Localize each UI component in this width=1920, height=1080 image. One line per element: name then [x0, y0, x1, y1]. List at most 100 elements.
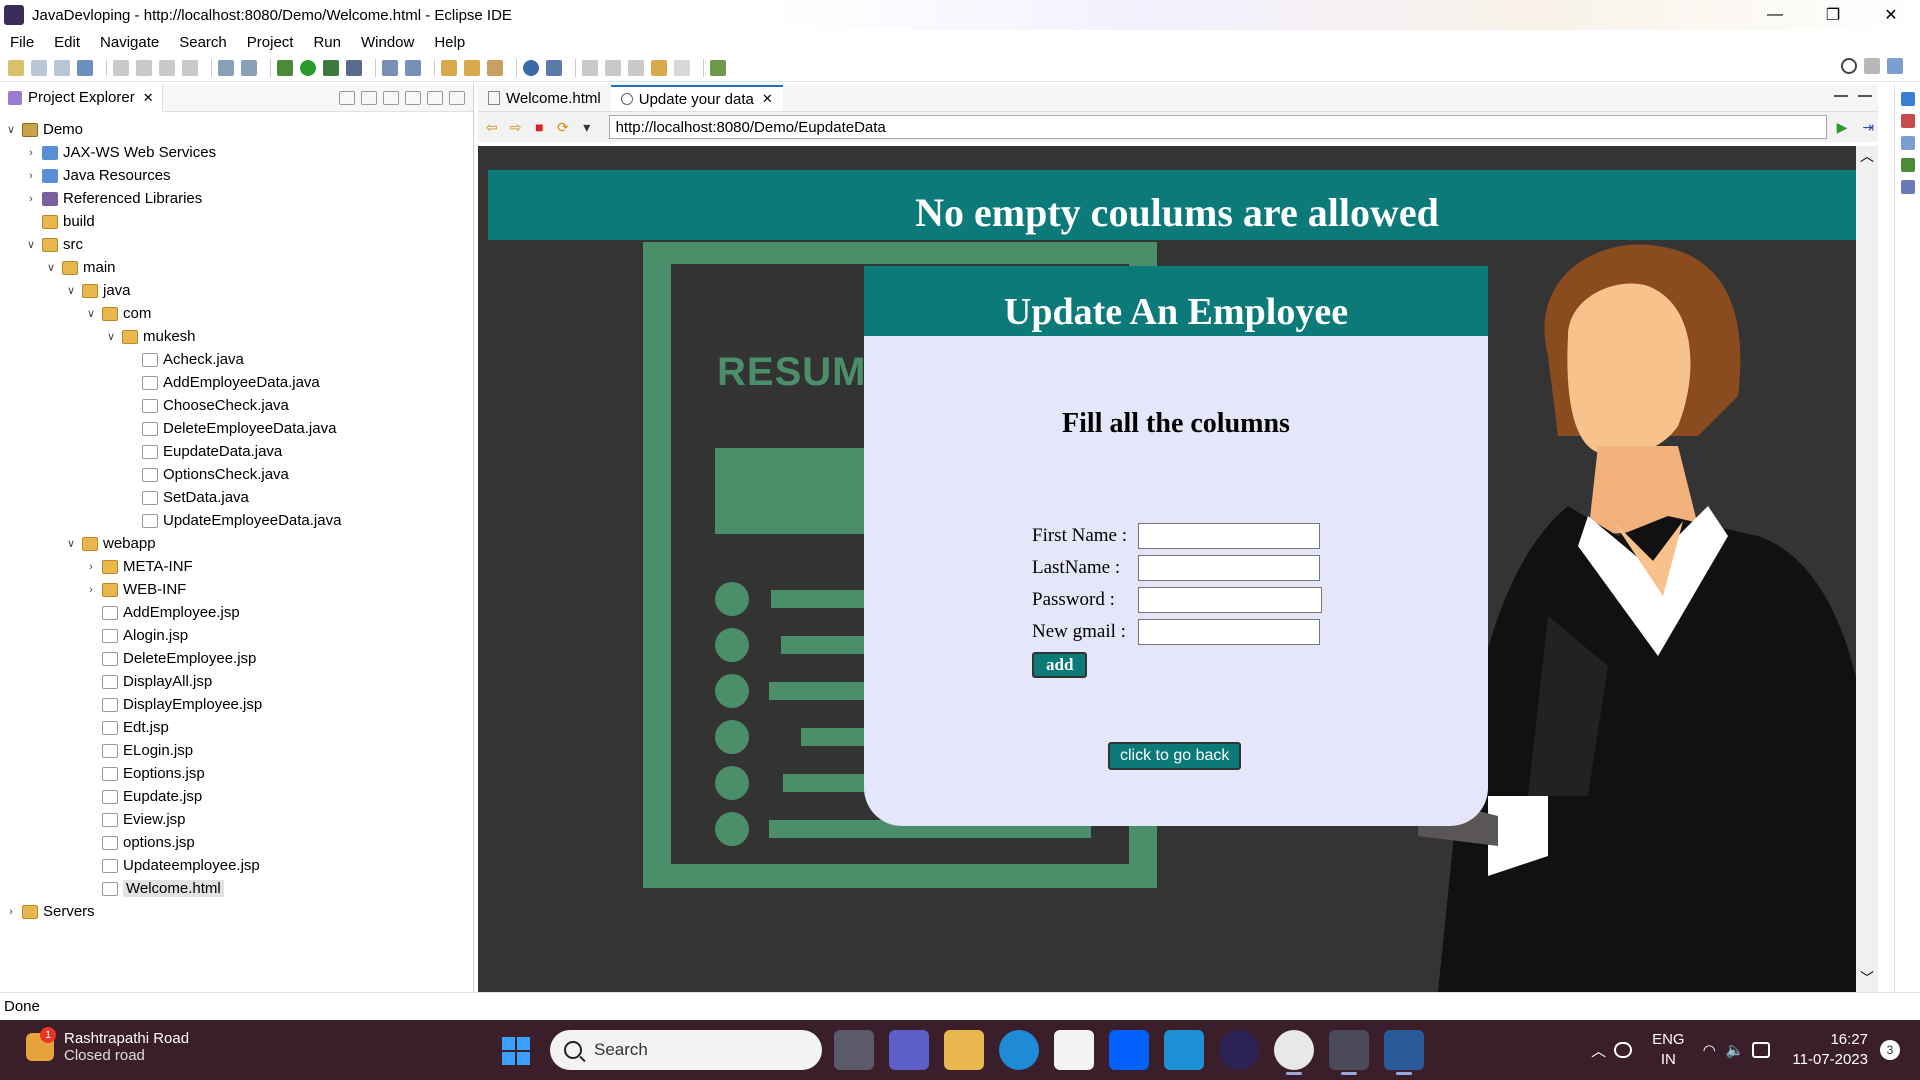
- tree-item[interactable]: ∨ mukesh: [0, 325, 473, 348]
- edge-icon[interactable]: [999, 1030, 1039, 1070]
- task-list-icon[interactable]: [1900, 136, 1915, 150]
- tree-item[interactable]: ∨ Demo: [0, 118, 473, 141]
- tab-project-explorer[interactable]: Project Explorer ✕: [0, 83, 163, 112]
- tree-item[interactable]: › Servers: [0, 900, 473, 923]
- pencil-icon[interactable]: [487, 59, 503, 76]
- open-external-icon[interactable]: ⇥: [1862, 119, 1878, 135]
- perspective-icon[interactable]: [1864, 58, 1880, 74]
- tree-item[interactable]: ∨ java: [0, 279, 473, 302]
- tree-item[interactable]: Eview.jsp: [0, 808, 473, 831]
- tree-item[interactable]: Eoptions.jsp: [0, 762, 473, 785]
- tree-item[interactable]: UpdateEmployeeData.java: [0, 509, 473, 532]
- java-ee-perspective-icon[interactable]: [1887, 58, 1903, 74]
- volume-icon[interactable]: 🔈: [1726, 1041, 1745, 1059]
- tree-item[interactable]: DisplayAll.jsp: [0, 670, 473, 693]
- save-icon[interactable]: [31, 59, 47, 76]
- next-annotation-icon[interactable]: [582, 59, 598, 76]
- open-folder-icon[interactable]: [464, 59, 480, 76]
- menu-help[interactable]: Help: [424, 34, 475, 51]
- tree-item[interactable]: Edt.jsp: [0, 716, 473, 739]
- minimize-panel-icon[interactable]: [427, 90, 443, 105]
- tree-item[interactable]: SetData.java: [0, 486, 473, 509]
- menu-window[interactable]: Window: [351, 34, 424, 51]
- toggle-icon[interactable]: [218, 59, 234, 76]
- tree-item[interactable]: Eupdate.jsp: [0, 785, 473, 808]
- chevron-right-icon[interactable]: ›: [4, 906, 18, 918]
- settings-gear-icon[interactable]: [1329, 1030, 1369, 1075]
- menu-navigate[interactable]: Navigate: [90, 34, 169, 51]
- chevron-down-icon[interactable]: ∨: [64, 284, 78, 297]
- prev-annotation-icon[interactable]: [605, 59, 621, 76]
- close-tab-icon[interactable]: ✕: [143, 90, 154, 106]
- chevron-up-icon[interactable]: ︿: [1591, 1040, 1606, 1061]
- menu-project[interactable]: Project: [237, 34, 304, 51]
- tree-item[interactable]: Welcome.html: [0, 877, 473, 900]
- tree-item[interactable]: ELogin.jsp: [0, 739, 473, 762]
- maximize-editor-icon[interactable]: [1858, 95, 1872, 107]
- tree-item[interactable]: ∨ src: [0, 233, 473, 256]
- tree-item[interactable]: OptionsCheck.java: [0, 463, 473, 486]
- wifi-icon[interactable]: ◠: [1703, 1041, 1716, 1059]
- tree-item[interactable]: ∨ main: [0, 256, 473, 279]
- mark-icon[interactable]: [241, 59, 257, 76]
- chevron-right-icon[interactable]: ›: [84, 584, 98, 596]
- new-server-icon[interactable]: [382, 59, 398, 76]
- workbench-icon[interactable]: [1384, 1030, 1424, 1075]
- debug-icon[interactable]: [277, 59, 293, 76]
- link-editor-icon[interactable]: [361, 90, 377, 105]
- file-explorer-icon[interactable]: [944, 1030, 984, 1070]
- outline-icon[interactable]: [1900, 114, 1915, 128]
- filter-icon[interactable]: [383, 90, 399, 105]
- tab-update-your-data[interactable]: Update your data ✕: [610, 85, 783, 111]
- coverage-icon[interactable]: [323, 59, 339, 76]
- go-back-button[interactable]: click to go back: [1108, 742, 1242, 770]
- add-button[interactable]: add: [1032, 652, 1088, 678]
- taskbar-search[interactable]: Search: [550, 1030, 822, 1070]
- view-menu-icon[interactable]: [405, 90, 421, 105]
- search-icon[interactable]: [1841, 58, 1857, 74]
- notification-badge[interactable]: 3: [1880, 1040, 1900, 1060]
- tree-item[interactable]: DisplayEmployee.jsp: [0, 693, 473, 716]
- open-type-icon[interactable]: [441, 59, 457, 76]
- run-icon[interactable]: [300, 59, 316, 76]
- back-nav-icon[interactable]: [651, 59, 667, 76]
- chevron-right-icon[interactable]: ›: [84, 561, 98, 573]
- tree-item[interactable]: AddEmployeeData.java: [0, 371, 473, 394]
- skip-breakpoints-icon[interactable]: [113, 59, 129, 76]
- tree-item[interactable]: options.jsp: [0, 831, 473, 854]
- forward-arrow-icon[interactable]: ⇨: [508, 119, 524, 135]
- tree-item[interactable]: Updateemployee.jsp: [0, 854, 473, 877]
- tab-welcome-html[interactable]: Welcome.html: [478, 85, 611, 111]
- chevron-down-icon[interactable]: ∨: [24, 238, 38, 251]
- chevron-down-icon[interactable]: ∨: [64, 537, 78, 550]
- collapse-all-icon[interactable]: [339, 90, 355, 105]
- refresh-icon[interactable]: ⟳: [555, 119, 571, 135]
- chevron-right-icon[interactable]: ›: [24, 170, 38, 182]
- new-web-icon[interactable]: [405, 59, 421, 76]
- chevron-down-icon[interactable]: ▾: [579, 119, 595, 135]
- tree-item[interactable]: › Java Resources: [0, 164, 473, 187]
- new-icon[interactable]: [8, 59, 24, 76]
- tree-item[interactable]: build: [0, 210, 473, 233]
- restore-view-icon[interactable]: [1900, 92, 1915, 106]
- mysql-icon[interactable]: [1164, 1030, 1204, 1070]
- go-icon[interactable]: ▶: [1837, 119, 1853, 135]
- console-icon[interactable]: [1900, 180, 1915, 194]
- dropbox-icon[interactable]: [1109, 1030, 1149, 1070]
- resume-icon[interactable]: [136, 59, 152, 76]
- chrome-icon[interactable]: [1274, 1030, 1314, 1075]
- task-view-icon[interactable]: [834, 1030, 874, 1070]
- forward-nav-icon[interactable]: [674, 59, 690, 76]
- minimize-button[interactable]: —: [1746, 0, 1804, 30]
- minimize-editor-icon[interactable]: [1834, 95, 1848, 107]
- last-edit-icon[interactable]: [628, 59, 644, 76]
- new-gmail-input[interactable]: [1138, 619, 1320, 645]
- last-name-input[interactable]: [1138, 555, 1320, 581]
- restore-button[interactable]: ❐: [1804, 0, 1862, 30]
- weather-widget[interactable]: 1 Rashtrapathi Road Closed road: [26, 1027, 189, 1064]
- chevron-down-icon[interactable]: ∨: [44, 261, 58, 274]
- search-tool-icon[interactable]: [546, 59, 562, 76]
- chevron-right-icon[interactable]: ›: [24, 193, 38, 205]
- tree-item[interactable]: › META-INF: [0, 555, 473, 578]
- tree-item[interactable]: › Referenced Libraries: [0, 187, 473, 210]
